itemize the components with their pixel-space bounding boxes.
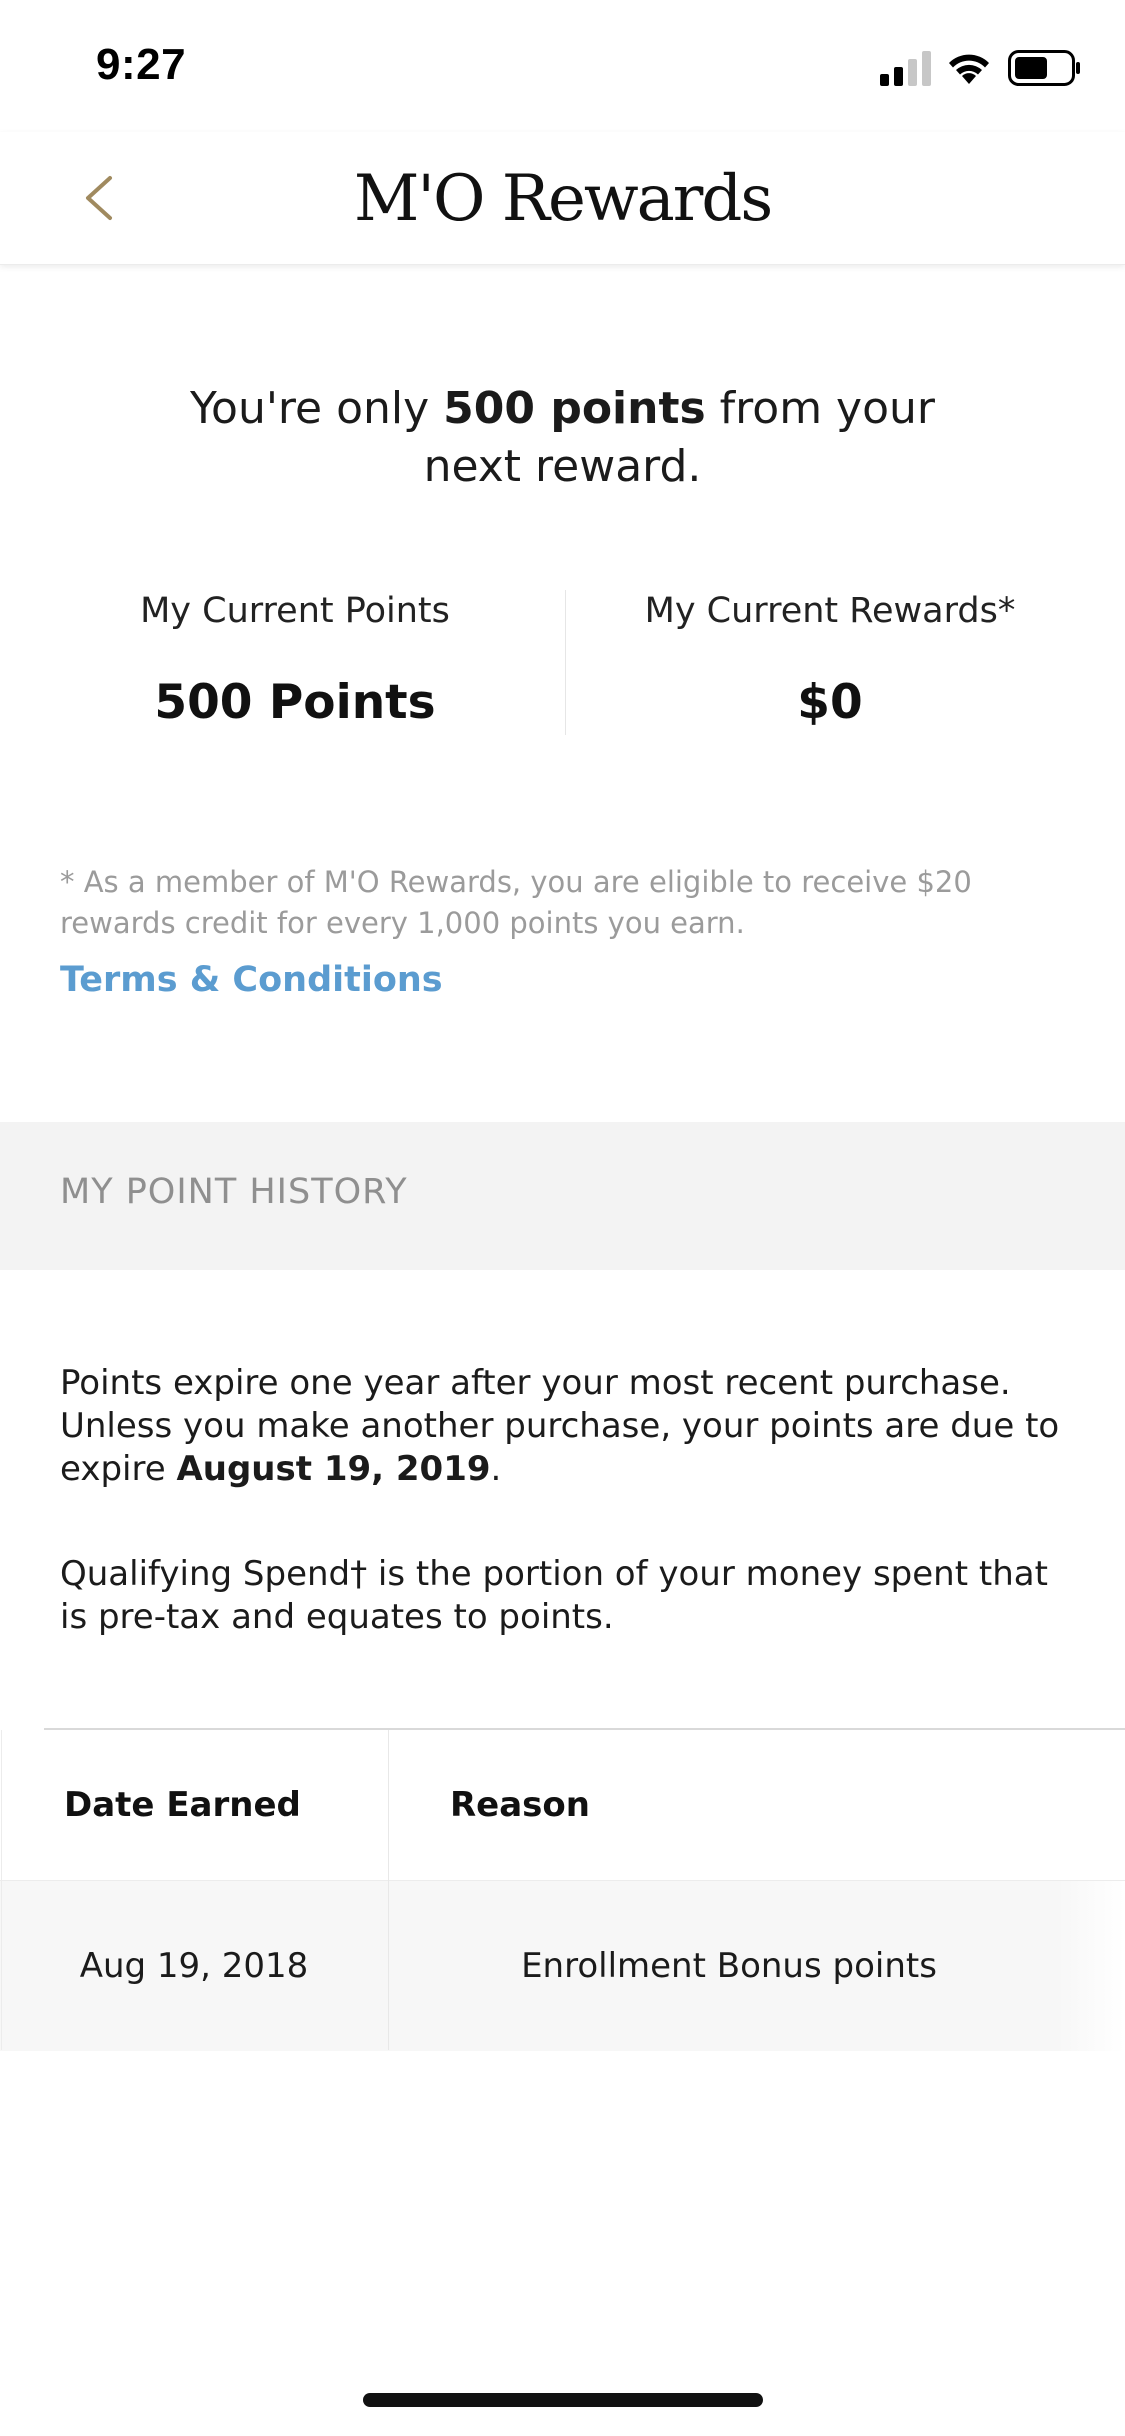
- home-indicator[interactable]: [363, 2393, 763, 2407]
- wifi-icon: [949, 54, 989, 84]
- section-title: MY POINT HISTORY: [60, 1172, 408, 1212]
- column-header-reason: Reason: [450, 1785, 590, 1825]
- nav-bar: M'O Rewards: [0, 132, 1125, 265]
- table-row: Aug 19, 2018 Enrollment Bonus points: [0, 1880, 1125, 2051]
- headline-prefix: You're only: [189, 383, 444, 434]
- current-points-label: My Current Points: [140, 591, 450, 631]
- expiration-notice: Points expire one year after your most r…: [60, 1362, 1080, 1491]
- rewards-footnote: * As a member of M'O Rewards, you are el…: [60, 865, 972, 940]
- qualifying-spend-note: Qualifying Spend† is the portion of your…: [60, 1554, 1048, 1637]
- column-divider: [388, 1730, 389, 2050]
- current-points-block: My Current Points 500 Points: [15, 585, 575, 730]
- page-title: M'O Rewards: [353, 162, 773, 236]
- status-bar: 9:27: [0, 0, 1125, 132]
- current-points-value: 500 Points: [154, 675, 436, 730]
- next-reward-headline: You're only 500 points from your next re…: [140, 380, 985, 496]
- point-history-section-header: MY POINT HISTORY: [0, 1122, 1125, 1270]
- current-rewards-label: My Current Rewards*: [644, 591, 1016, 631]
- current-rewards-value: $0: [797, 675, 863, 730]
- table-left-border: [1, 1730, 2, 2050]
- battery-icon: [1008, 50, 1080, 86]
- terms-conditions-link[interactable]: Terms & Conditions: [60, 960, 443, 1000]
- cellular-signal-icon: [880, 51, 931, 86]
- expire-date: August 19, 2019: [176, 1449, 491, 1489]
- table-header: Date Earned Reason: [0, 1730, 1125, 1880]
- row-reason: Enrollment Bonus points: [521, 1946, 937, 1986]
- current-rewards-block: My Current Rewards* $0: [550, 585, 1110, 730]
- status-time: 9:27: [96, 40, 187, 89]
- column-header-date: Date Earned: [64, 1785, 301, 1825]
- expire-suffix: .: [490, 1449, 502, 1489]
- row-date: Aug 19, 2018: [79, 1946, 309, 1986]
- headline-points: 500 points: [443, 383, 706, 434]
